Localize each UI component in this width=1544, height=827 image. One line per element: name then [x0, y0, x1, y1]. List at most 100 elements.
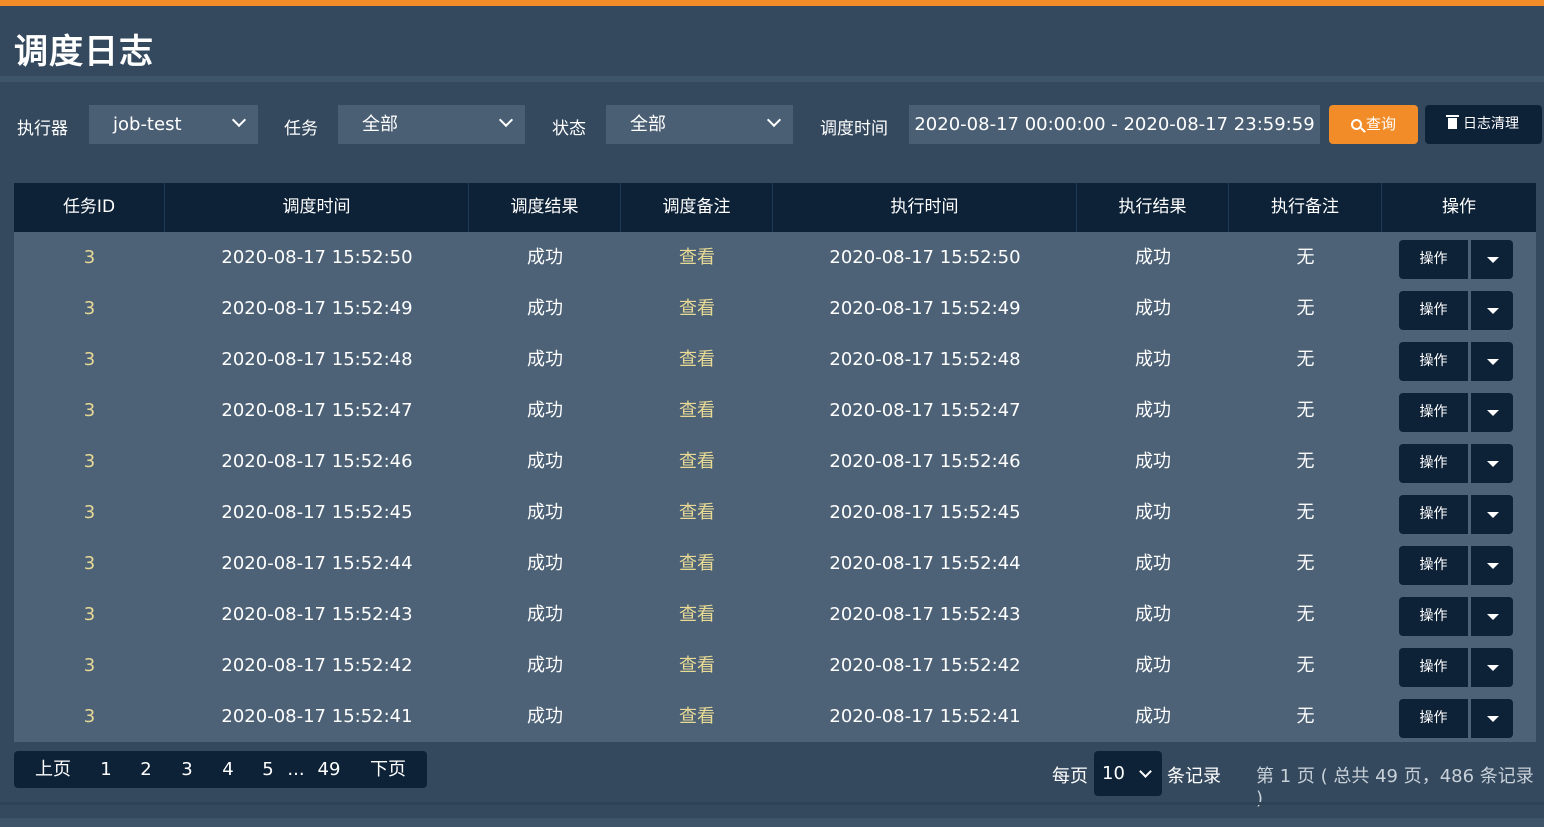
cell-handle-msg: 无 — [1296, 349, 1315, 370]
cell-trigger-time: 2020-08-17 15:52:45 — [221, 502, 413, 523]
table-row: 3 2020-08-17 15:52:42 成功 查看 2020-08-17 15:52… — [14, 640, 1536, 691]
header-handle-msg: 执行备注 — [1229, 183, 1382, 232]
cell-task-id: 3 — [83, 706, 96, 727]
footer-strip — [0, 818, 1544, 827]
caret-down-icon[interactable] — [1471, 240, 1513, 279]
page-title: 调度日志 — [14, 32, 154, 72]
table-header: 任务ID 调度时间 调度结果 调度备注 执行时间 执行结果 执行备注 操作 — [14, 183, 1536, 232]
operation-button[interactable]: 操作 — [1399, 546, 1468, 585]
cell-handle-time: 2020-08-17 15:52:41 — [829, 706, 1021, 727]
header-trigger-time: 调度时间 — [165, 183, 469, 232]
cell-handle-time: 2020-08-17 15:52:48 — [829, 349, 1021, 370]
operation-button[interactable]: 操作 — [1399, 495, 1468, 534]
cell-handle-result: 成功 — [1135, 298, 1171, 319]
table-row: 3 2020-08-17 15:52:47 成功 查看 2020-08-17 15:52… — [14, 385, 1536, 436]
caret-down-icon[interactable] — [1471, 291, 1513, 330]
time-label: 调度时间 — [820, 119, 888, 139]
time-range-input[interactable]: 2020-08-17 00:00:00 - 2020-08-17 23:59:5… — [909, 105, 1320, 144]
cell-trigger-time: 2020-08-17 15:52:46 — [221, 451, 413, 472]
next-page-button[interactable]: 下页 — [361, 751, 415, 788]
operation-button[interactable]: 操作 — [1399, 291, 1468, 330]
view-trigger-msg-link[interactable]: 查看 — [621, 334, 773, 385]
cell-handle-time: 2020-08-17 15:52:50 — [829, 247, 1021, 268]
executor-select[interactable]: job-test — [89, 105, 258, 144]
page-5-button[interactable]: 5 — [256, 751, 280, 788]
header-handle-result: 执行结果 — [1077, 183, 1229, 232]
operation-button[interactable]: 操作 — [1399, 699, 1468, 738]
cell-task-id: 3 — [83, 298, 96, 319]
trash-icon — [1446, 115, 1459, 129]
page-header: 调度日志 — [0, 6, 1544, 78]
cell-task-id: 3 — [83, 655, 96, 676]
operation-button[interactable]: 操作 — [1399, 648, 1468, 687]
cell-handle-time: 2020-08-17 15:52:43 — [829, 604, 1021, 625]
page-1-button[interactable]: 1 — [94, 751, 118, 788]
view-trigger-msg-link[interactable]: 查看 — [621, 385, 773, 436]
status-select-value: 全部 — [630, 114, 666, 135]
operation-button[interactable]: 操作 — [1399, 444, 1468, 483]
cell-handle-msg: 无 — [1296, 400, 1315, 421]
cell-handle-time: 2020-08-17 15:52:44 — [829, 553, 1021, 574]
cell-trigger-result: 成功 — [527, 604, 563, 625]
view-trigger-msg-link[interactable]: 查看 — [621, 538, 773, 589]
executor-select-value: job-test — [113, 114, 182, 135]
view-trigger-msg-link[interactable]: 查看 — [621, 691, 773, 742]
cell-handle-time: 2020-08-17 15:52:42 — [829, 655, 1021, 676]
caret-down-icon[interactable] — [1471, 495, 1513, 534]
header-operation: 操作 — [1442, 197, 1476, 217]
cell-task-id: 3 — [83, 349, 96, 370]
operation-button[interactable]: 操作 — [1399, 393, 1468, 432]
caret-down-icon[interactable] — [1471, 699, 1513, 738]
view-trigger-msg-link[interactable]: 查看 — [621, 640, 773, 691]
task-select[interactable]: 全部 — [338, 105, 525, 144]
cell-handle-msg: 无 — [1296, 604, 1315, 625]
prev-page-button[interactable]: 上页 — [26, 751, 80, 788]
status-label: 状态 — [552, 119, 586, 139]
cell-handle-result: 成功 — [1135, 451, 1171, 472]
table-row: 3 2020-08-17 15:52:49 成功 查看 2020-08-17 15:52… — [14, 283, 1536, 334]
pagination: 上页 1 2 3 4 5 ... 49 下页 — [14, 751, 427, 788]
cell-trigger-time: 2020-08-17 15:52:47 — [221, 400, 413, 421]
header-trigger-result: 调度结果 — [469, 183, 621, 232]
cell-handle-result: 成功 — [1135, 553, 1171, 574]
operation-button[interactable]: 操作 — [1399, 597, 1468, 636]
clear-log-button-label: 日志清理 — [1463, 116, 1519, 132]
status-select[interactable]: 全部 — [606, 105, 793, 144]
caret-down-icon[interactable] — [1471, 393, 1513, 432]
page-2-button[interactable]: 2 — [134, 751, 158, 788]
caret-down-icon[interactable] — [1471, 648, 1513, 687]
page-3-button[interactable]: 3 — [175, 751, 199, 788]
cell-trigger-time: 2020-08-17 15:52:42 — [221, 655, 413, 676]
caret-down-icon[interactable] — [1471, 342, 1513, 381]
per-page-select[interactable]: 10 — [1094, 751, 1162, 796]
page-last-button[interactable]: 49 — [315, 751, 343, 788]
operation-button[interactable]: 操作 — [1399, 240, 1468, 279]
cell-task-id: 3 — [83, 400, 96, 421]
search-button[interactable]: 查询 — [1329, 105, 1418, 144]
cell-trigger-time: 2020-08-17 15:52:49 — [221, 298, 413, 319]
view-trigger-msg-link[interactable]: 查看 — [621, 436, 773, 487]
view-trigger-msg-link[interactable]: 查看 — [621, 589, 773, 640]
cell-handle-msg: 无 — [1296, 553, 1315, 574]
footer-divider — [0, 802, 1544, 805]
cell-handle-msg: 无 — [1296, 298, 1315, 319]
operation-button[interactable]: 操作 — [1399, 342, 1468, 381]
cell-task-id: 3 — [83, 247, 96, 268]
clear-log-button[interactable]: 日志清理 — [1425, 105, 1542, 144]
cell-trigger-result: 成功 — [527, 298, 563, 319]
cell-handle-result: 成功 — [1135, 349, 1171, 370]
caret-down-icon[interactable] — [1471, 546, 1513, 585]
view-trigger-msg-link[interactable]: 查看 — [621, 283, 773, 334]
chevron-down-icon — [231, 112, 247, 128]
view-trigger-msg-link[interactable]: 查看 — [621, 487, 773, 538]
per-page-label: 每页 — [1052, 766, 1088, 787]
caret-down-icon[interactable] — [1471, 444, 1513, 483]
cell-task-id: 3 — [83, 451, 96, 472]
cell-handle-result: 成功 — [1135, 706, 1171, 727]
view-trigger-msg-link[interactable]: 查看 — [621, 232, 773, 283]
caret-down-icon[interactable] — [1471, 597, 1513, 636]
cell-handle-time: 2020-08-17 15:52:46 — [829, 451, 1021, 472]
cell-trigger-result: 成功 — [527, 349, 563, 370]
cell-trigger-result: 成功 — [527, 400, 563, 421]
page-4-button[interactable]: 4 — [216, 751, 240, 788]
